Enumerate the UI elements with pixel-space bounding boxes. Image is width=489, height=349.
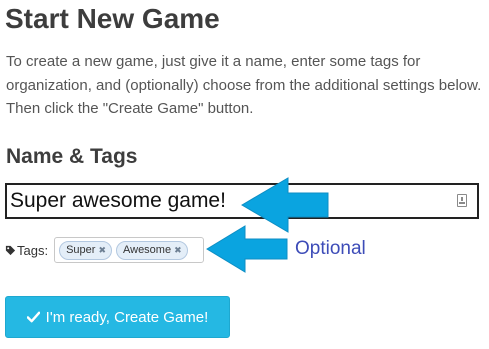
tag-remove-icon[interactable]: ✖	[174, 245, 182, 256]
tags-label: Tags:	[17, 242, 49, 258]
create-game-button[interactable]: I'm ready, Create Game!	[5, 296, 230, 338]
annotation-arrow-icon	[206, 225, 288, 273]
create-game-button-label: I'm ready, Create Game!	[45, 308, 209, 326]
autofill-icon[interactable]	[457, 194, 467, 207]
tag-icon	[5, 245, 16, 255]
page-title: Start New Game	[5, 3, 220, 34]
tags-row: Tags: Super ✖ Awesome ✖	[5, 236, 205, 264]
name-tags-heading: Name & Tags	[6, 145, 138, 168]
tag-remove-icon[interactable]: ✖	[98, 245, 106, 256]
tag-chip-label: Super	[66, 244, 96, 256]
tag-chip-label: Awesome	[122, 244, 172, 256]
tags-input[interactable]: Super ✖ Awesome ✖	[54, 237, 205, 263]
start-new-game-page: Start New Game To create a new game, jus…	[0, 0, 489, 349]
check-icon	[26, 311, 40, 323]
tag-chip[interactable]: Awesome ✖	[115, 240, 188, 260]
tag-chip[interactable]: Super ✖	[59, 240, 112, 260]
page-description: To create a new game, just give it a nam…	[6, 53, 482, 117]
optional-annotation: Optional	[295, 238, 366, 259]
